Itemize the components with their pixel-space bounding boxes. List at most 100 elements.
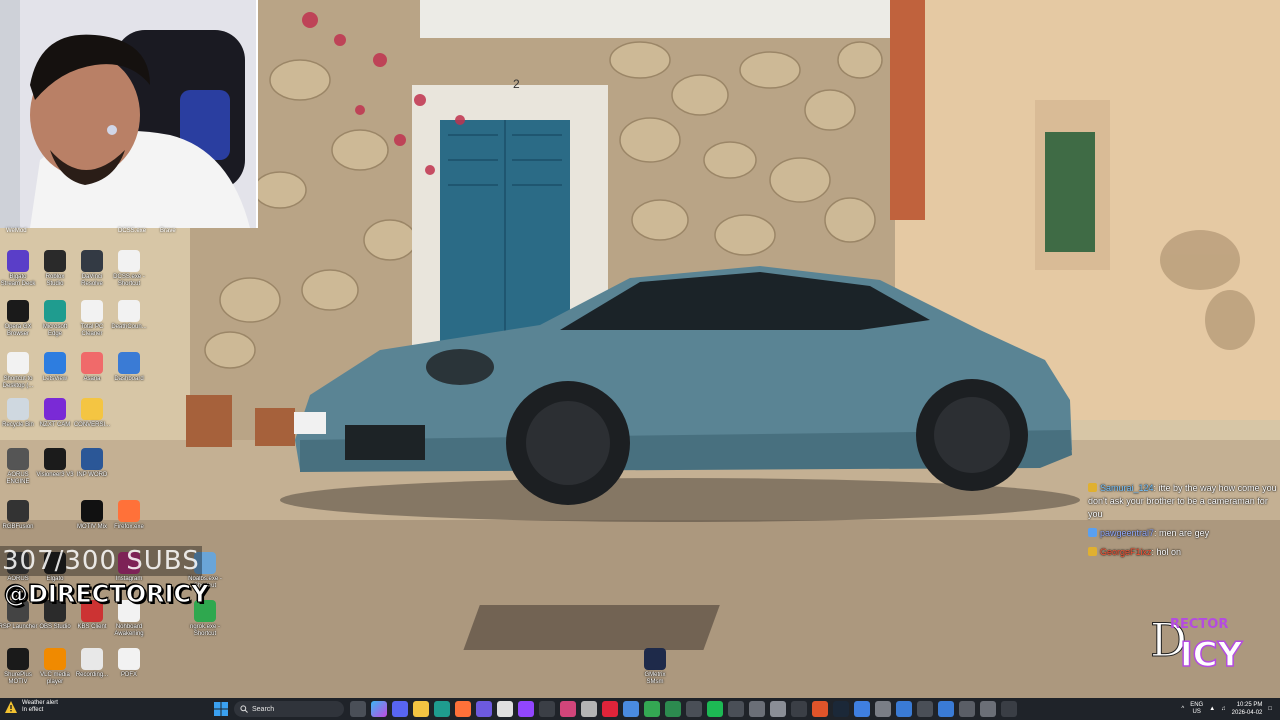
webcam-overlay	[0, 0, 258, 228]
desktop-icon-label-wemod: WeMod	[6, 228, 27, 234]
app-icon[interactable]	[1001, 701, 1017, 717]
desktop-icon[interactable]: CONVERSI...	[69, 398, 115, 429]
app-icon[interactable]	[854, 701, 870, 717]
app-icon[interactable]	[770, 701, 786, 717]
weather-subtitle: In effect	[22, 707, 44, 713]
desktop-icon-label: Nohboard Awakening	[114, 624, 144, 637]
chevron-up-icon[interactable]: ^	[1181, 706, 1184, 712]
clock-date: 2026-04-02	[1231, 710, 1263, 716]
language-indicator[interactable]: ENG US	[1190, 702, 1203, 716]
desktop-icon-label-brave: Brave	[160, 228, 176, 234]
file-icon	[118, 300, 140, 322]
app-icon[interactable]	[959, 701, 975, 717]
stream-deck-icon	[7, 250, 29, 272]
desktop-icon-label: RGBFusion	[2, 524, 34, 530]
chat-badge-icon	[1088, 547, 1097, 556]
chrome-icon[interactable]	[644, 701, 660, 717]
app-icon[interactable]	[539, 701, 555, 717]
vlc-icon	[44, 648, 66, 670]
app-icon[interactable]	[980, 701, 996, 717]
desktop-icon-label: GMetrix SMsm	[644, 672, 666, 685]
wifi-icon[interactable]: ▲	[1209, 706, 1215, 712]
app-icon[interactable]	[686, 701, 702, 717]
rgb-fusion-icon	[7, 500, 29, 522]
chat-text: : hol on	[1151, 547, 1182, 557]
opera-gx-icon	[7, 300, 29, 322]
word-icon	[81, 448, 103, 470]
app-icon[interactable]	[896, 701, 912, 717]
steam-icon[interactable]	[833, 701, 849, 717]
clock-time: 10:25 PM	[1236, 702, 1263, 708]
recycle-bin-icon	[7, 398, 29, 420]
desktop-icon[interactable]: Firefox.exe	[106, 500, 152, 531]
edge-icon	[44, 300, 66, 322]
taskbar-pinned-apps	[350, 701, 1017, 717]
desktop-icon[interactable]: DCSS.exe - Shortcut	[106, 250, 152, 288]
app-icon[interactable]	[665, 701, 681, 717]
chat-badge-icon	[1088, 528, 1097, 537]
system-tray: ^ ENG US ▲ ♫ 10:25 PM 2026-04-02 □	[1181, 698, 1280, 720]
file-icon	[118, 250, 140, 272]
app-icon[interactable]	[497, 701, 513, 717]
app-icon[interactable]	[938, 701, 954, 717]
nzxt-icon	[44, 398, 66, 420]
weather-title: Weather alert	[22, 700, 58, 706]
logo-text-top: RECTOR	[1170, 617, 1228, 632]
task-view-icon[interactable]	[350, 701, 366, 717]
weather-alert-icon	[5, 701, 17, 713]
firefox-icon	[118, 500, 140, 522]
chat-text: : men are gey	[1154, 528, 1210, 538]
visioneer-icon	[44, 448, 66, 470]
notification-icon[interactable]: □	[1268, 706, 1272, 712]
firefox-icon[interactable]	[455, 701, 471, 717]
discord-icon[interactable]	[392, 701, 408, 717]
letsview-icon	[44, 352, 66, 374]
dashboard-icon	[118, 352, 140, 374]
opera-gx-icon[interactable]	[602, 701, 618, 717]
desktop-icon[interactable]: PDFX	[106, 648, 152, 679]
copilot-icon[interactable]	[371, 701, 387, 717]
desktop-icon-label: Firefox.exe	[114, 524, 144, 530]
app-icon[interactable]	[560, 701, 576, 717]
gmetrix-icon	[644, 648, 666, 670]
desktop-icon[interactable]: Dashboard	[106, 352, 152, 383]
desktop-icon[interactable]: DeathCoun...	[106, 300, 152, 331]
desktop-icon-label: DeathCoun...	[111, 324, 147, 330]
edge-icon[interactable]	[434, 701, 450, 717]
desktop-icon[interactable]: INP WORD	[69, 448, 115, 479]
volume-icon[interactable]: ♫	[1221, 706, 1226, 712]
app-icon[interactable]	[581, 701, 597, 717]
desktop-icon-label: ngrok.exe - Shortcut	[189, 624, 220, 637]
chrome-icon[interactable]	[623, 701, 639, 717]
app-icon[interactable]	[476, 701, 492, 717]
search-icon	[240, 705, 248, 713]
twitch-icon[interactable]	[518, 701, 534, 717]
streamer-webcam-image	[0, 0, 256, 228]
region-code: US	[1192, 709, 1201, 715]
clock[interactable]: 10:25 PM 2026-04-02	[1232, 701, 1263, 717]
subscriber-goal-counter: 307/300 SUBS	[0, 546, 202, 576]
desktop-icon-label-dcss: DCSS.exe	[118, 228, 147, 234]
spotify-icon[interactable]	[707, 701, 723, 717]
desktop-icon[interactable]: GMetrix SMsm	[632, 648, 678, 686]
file-icon	[7, 352, 29, 374]
shure-icon	[7, 648, 29, 670]
recording-icon	[81, 648, 103, 670]
app-icon[interactable]	[749, 701, 765, 717]
davinci-icon	[81, 250, 103, 272]
app-icon[interactable]	[875, 701, 891, 717]
obs-icon[interactable]	[791, 701, 807, 717]
stream-chat-overlay: Samurai_124: itte by the way how come yo…	[1088, 482, 1278, 565]
chat-badge-icon	[1088, 483, 1097, 492]
file-explorer-icon[interactable]	[413, 701, 429, 717]
directoricy-logo: D RECTOR ICY	[1150, 613, 1243, 676]
desktop-icon-label: DCSS.exe - Shortcut	[113, 274, 145, 287]
start-button[interactable]	[213, 701, 229, 717]
taskbar-search-box[interactable]: Search	[234, 701, 344, 717]
desktop-icon[interactable]: RGBFusion	[0, 500, 41, 531]
aorus-icon	[7, 448, 29, 470]
app-icon[interactable]	[812, 701, 828, 717]
app-icon[interactable]	[917, 701, 933, 717]
app-icon[interactable]	[728, 701, 744, 717]
weather-widget[interactable]: Weather alert In effect	[4, 700, 58, 714]
